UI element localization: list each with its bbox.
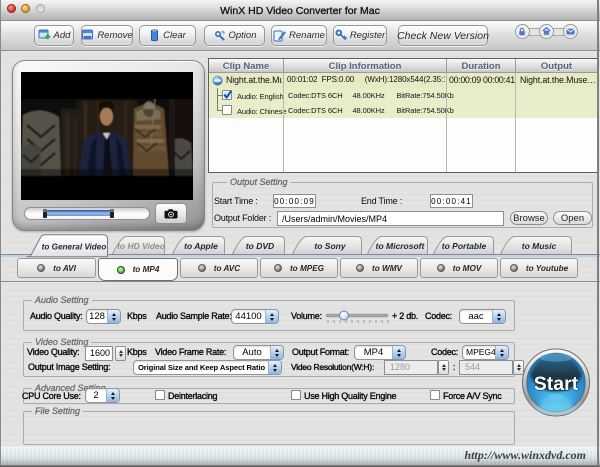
svg-text:to Sony: to Sony [314,241,346,251]
svg-text:to HD Video: to HD Video [117,241,165,251]
svg-text:Start: Start [534,373,579,395]
svg-text:to Microsoft: to Microsoft [376,241,426,251]
svg-text:to DVD: to DVD [246,241,274,251]
svg-text:to Music: to Music [522,241,557,251]
svg-text:to Portable: to Portable [442,241,487,251]
svg-text:to General Video: to General Video [42,243,107,252]
svg-text:to Apple: to Apple [184,241,218,251]
